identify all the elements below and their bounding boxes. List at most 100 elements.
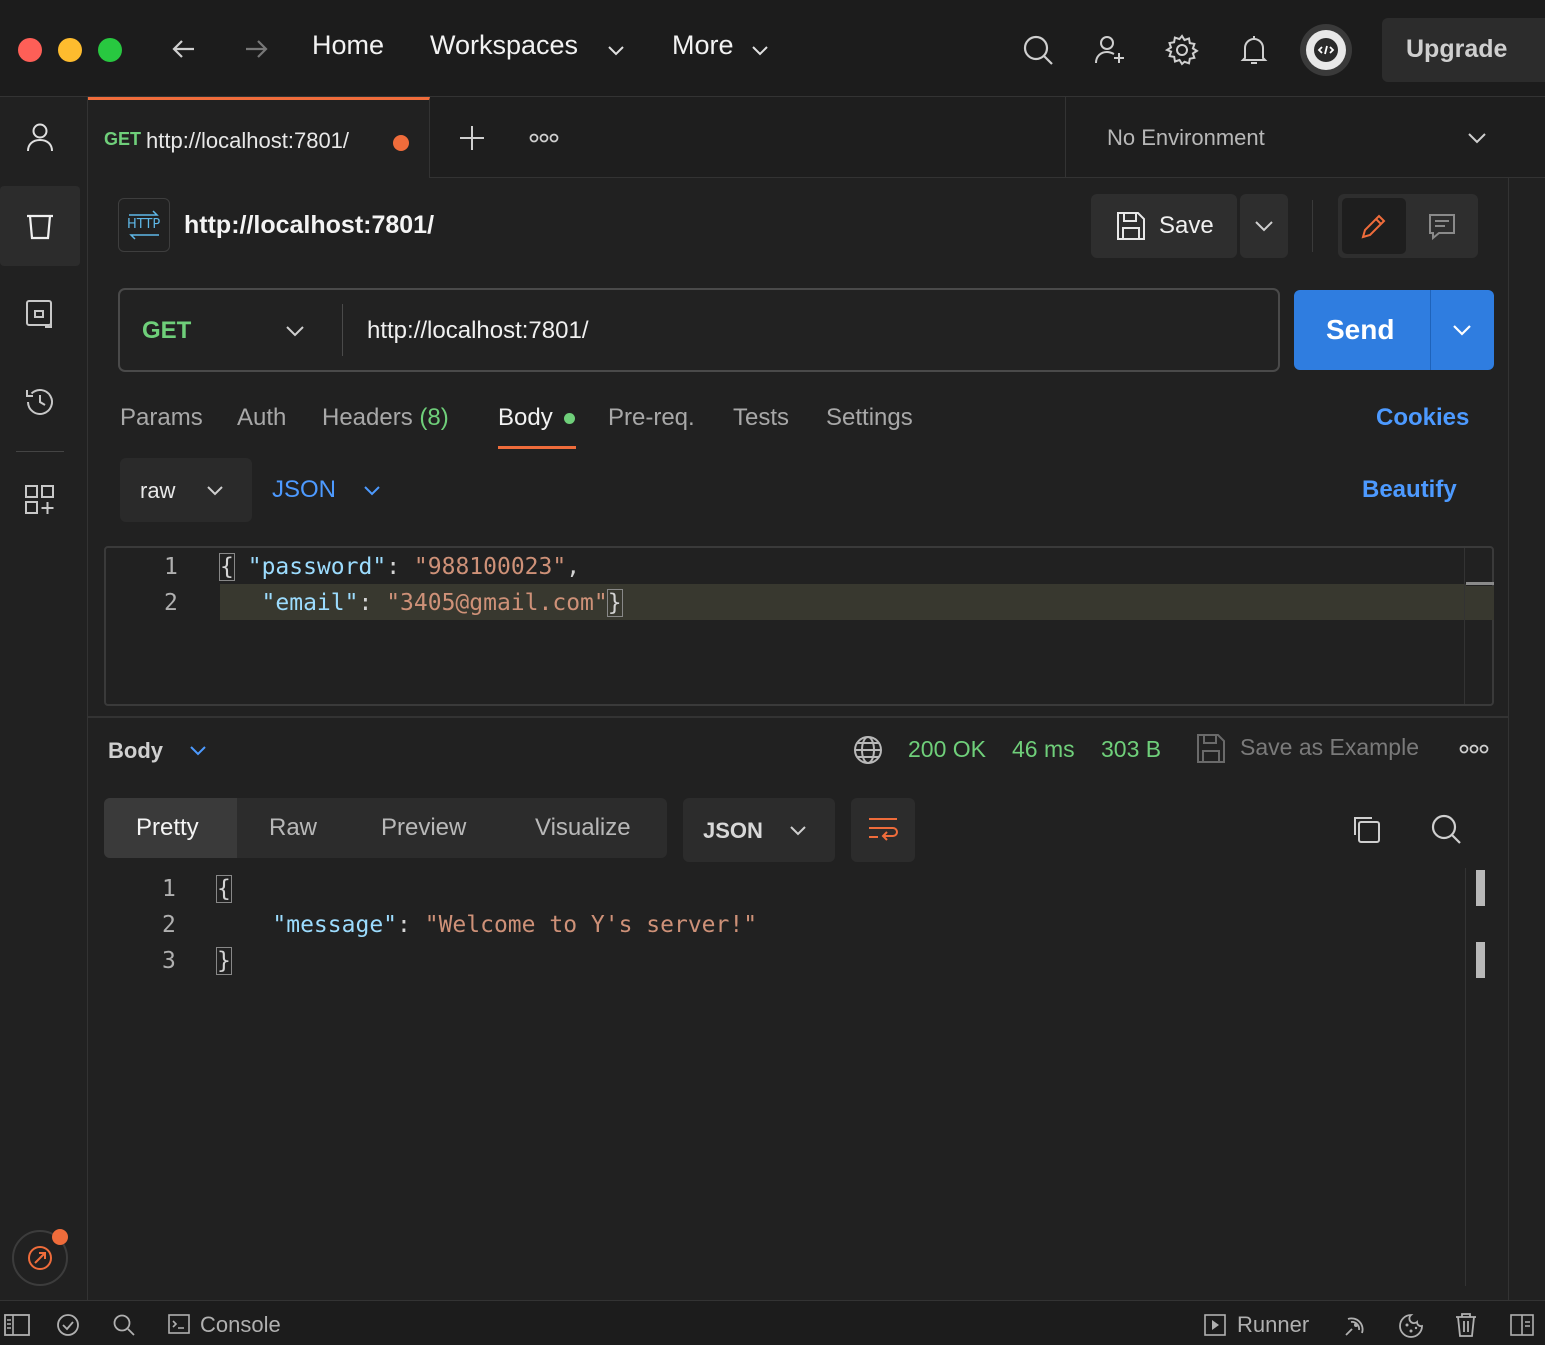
response-format-label: JSON <box>703 818 763 843</box>
response-section-select[interactable]: Body <box>108 736 218 768</box>
divider <box>1430 290 1431 370</box>
tab-params[interactable]: Params <box>120 404 203 432</box>
pane-divider[interactable] <box>88 716 1508 718</box>
trash-icon[interactable] <box>1454 1312 1478 1338</box>
view-tab-preview[interactable]: Preview <box>381 798 466 858</box>
body-indicator-dot <box>564 413 575 424</box>
right-panel-border <box>1508 178 1509 1300</box>
brace: } <box>606 589 623 617</box>
capture-icon[interactable] <box>1342 1313 1368 1339</box>
sidebar-item-collections[interactable] <box>0 186 80 266</box>
search-icon[interactable] <box>112 1313 136 1337</box>
back-arrow-icon[interactable] <box>168 33 200 65</box>
request-name[interactable]: http://localhost:7801/ <box>184 211 434 240</box>
globe-icon[interactable] <box>852 734 884 766</box>
comments-button[interactable] <box>1410 198 1474 254</box>
chevron-down-icon <box>364 486 380 496</box>
invite-user-icon[interactable] <box>1090 30 1130 70</box>
url-input[interactable]: http://localhost:7801/ <box>367 317 588 345</box>
environment-selector[interactable]: No Environment <box>1065 97 1545 178</box>
save-button[interactable]: Save <box>1091 194 1237 258</box>
minimize-window-button[interactable] <box>58 38 82 62</box>
response-format-select[interactable]: JSON <box>683 798 835 862</box>
tab-options-button[interactable] <box>528 122 560 154</box>
search-icon[interactable] <box>1018 30 1058 70</box>
new-tab-button[interactable] <box>456 122 488 154</box>
chevron-down-icon <box>286 326 304 337</box>
chevron-down-icon[interactable] <box>1451 319 1473 341</box>
tab-bar: GET http://localhost:7801/ No Environmen… <box>88 97 1545 178</box>
tab-headers[interactable]: Headers (8) <box>322 404 449 432</box>
nav-home[interactable]: Home <box>312 30 384 61</box>
nav-more[interactable]: More <box>672 30 734 61</box>
brace: { <box>216 875 232 903</box>
bell-icon[interactable] <box>1234 30 1274 70</box>
cookie-icon[interactable] <box>1398 1313 1424 1339</box>
json-key: "email" <box>261 590 359 616</box>
tab-tests[interactable]: Tests <box>733 404 789 432</box>
forward-arrow-icon[interactable] <box>240 33 272 65</box>
save-label: Save <box>1159 212 1214 239</box>
sidebar-item-configure[interactable] <box>0 460 80 540</box>
tab-method: GET <box>104 129 142 149</box>
url-bar: GET http://localhost:7801/ <box>118 288 1280 372</box>
console-button[interactable]: Console <box>168 1307 298 1339</box>
colon: : <box>397 912 425 938</box>
response-time[interactable]: 46 ms <box>1012 736 1075 763</box>
tab-body[interactable]: Body <box>498 404 553 432</box>
more-dots-icon[interactable] <box>1459 744 1489 754</box>
save-options-button[interactable] <box>1240 194 1288 258</box>
runner-button[interactable]: Runner <box>1204 1307 1324 1339</box>
divider <box>342 304 343 356</box>
floppy-disk-icon <box>1197 734 1225 763</box>
play-icon <box>1204 1314 1226 1336</box>
json-string: "3405@gmail.com" <box>386 590 608 616</box>
maximize-window-button[interactable] <box>98 38 122 62</box>
colon: : <box>386 554 414 580</box>
nav-workspaces[interactable]: Workspaces <box>430 30 578 61</box>
status-code[interactable]: 200 OK <box>908 736 986 763</box>
copy-icon[interactable] <box>1350 813 1382 845</box>
beautify-button[interactable]: Beautify <box>1362 476 1457 504</box>
method-select[interactable]: GET <box>120 290 342 370</box>
view-tab-pretty[interactable]: Pretty <box>136 798 199 858</box>
gear-icon[interactable] <box>1162 30 1202 70</box>
response-body-viewer[interactable]: 1 2 3 { "message": "Welcome to Y's serve… <box>104 868 1494 1288</box>
close-window-button[interactable] <box>18 38 42 62</box>
tab-auth[interactable]: Auth <box>237 404 286 432</box>
save-as-example-button[interactable]: Save as Example <box>1196 732 1436 768</box>
trash-can-icon <box>27 214 53 240</box>
body-format-select[interactable]: JSON <box>272 474 392 508</box>
view-tab-raw[interactable]: Raw <box>269 798 317 858</box>
avatar[interactable] <box>1300 24 1352 76</box>
sidebar-item-environments[interactable] <box>0 274 80 354</box>
view-tab-visualize[interactable]: Visualize <box>535 798 631 858</box>
sidebar-item-user[interactable] <box>0 97 80 177</box>
method-label: GET <box>142 317 192 344</box>
sidebar-item-history[interactable] <box>0 362 80 442</box>
headers-label: Headers <box>322 404 413 431</box>
tab-prereq[interactable]: Pre-req. <box>608 404 695 432</box>
edit-mode-button[interactable] <box>1342 198 1406 254</box>
scrollbar-marker <box>1466 582 1494 585</box>
body-mode-select[interactable]: raw <box>120 458 252 522</box>
tab-settings[interactable]: Settings <box>826 404 913 432</box>
check-circle-icon[interactable] <box>56 1313 80 1337</box>
line-number: 1 <box>162 876 176 902</box>
cookies-link[interactable]: Cookies <box>1376 404 1469 432</box>
tab-request[interactable]: GET http://localhost:7801/ <box>88 97 430 178</box>
brace: { <box>219 553 235 581</box>
toggle-sidebar-icon[interactable] <box>4 1314 30 1336</box>
response-size[interactable]: 303 B <box>1101 736 1161 763</box>
search-icon[interactable] <box>1429 812 1463 846</box>
request-body-editor[interactable]: 1 2 { "password": "988100023", "email": … <box>104 546 1494 706</box>
send-button[interactable]: Send <box>1294 290 1494 370</box>
chevron-down-icon <box>1255 221 1273 232</box>
sidebar-divider <box>16 451 64 452</box>
upgrade-button[interactable]: Upgrade <box>1382 18 1545 82</box>
comma: , <box>566 554 581 580</box>
chevron-down-icon <box>604 38 628 62</box>
two-pane-icon[interactable] <box>1510 1314 1534 1336</box>
colon: : <box>358 590 387 616</box>
wrap-lines-button[interactable] <box>851 798 915 862</box>
